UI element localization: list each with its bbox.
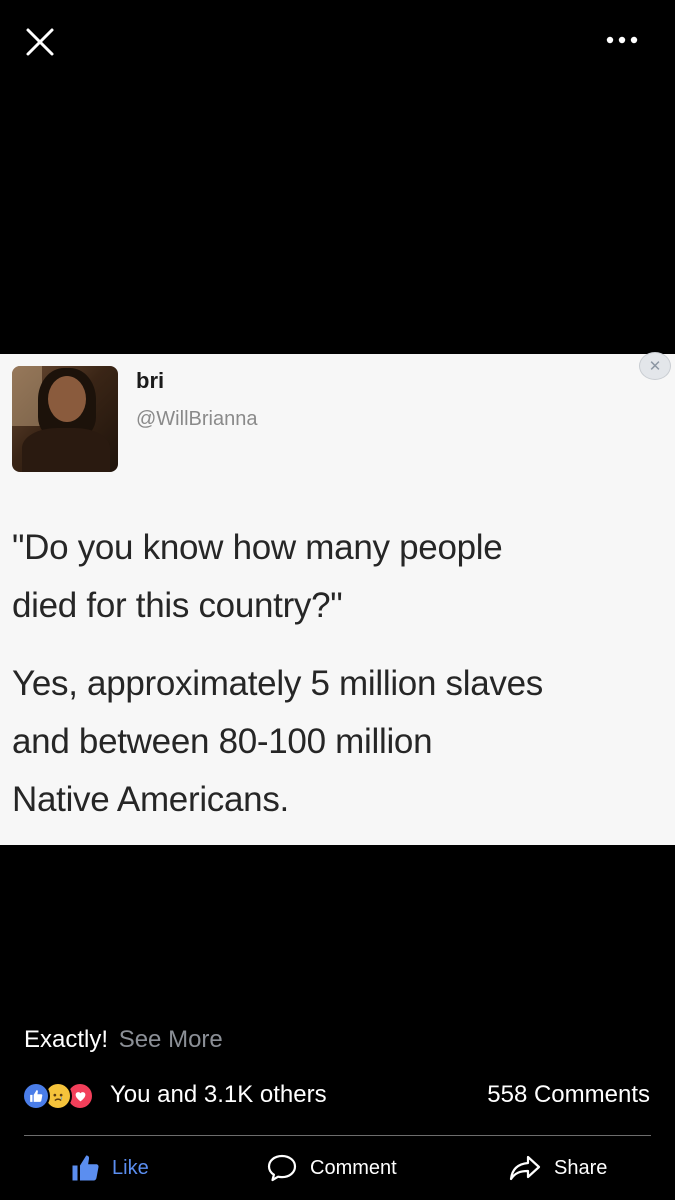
post-caption: Exactly! See More [24,1026,223,1054]
tweet-author-handle: @WillBrianna [136,408,258,430]
tweet-author-name: bri [136,368,165,393]
see-more-link[interactable]: See More [119,1026,223,1053]
tweet-avatar [12,366,118,472]
thumbs-up-icon [72,1155,99,1181]
share-arrow-icon [509,1155,541,1181]
reaction-icons[interactable] [22,1082,94,1110]
tweet-text-line: "Do you know how many people [12,528,503,567]
more-dots-icon [606,36,638,44]
close-button[interactable] [22,24,58,60]
comment-button[interactable]: Comment [266,1148,397,1188]
reaction-summary[interactable]: You and 3.1K others [110,1081,327,1109]
like-label: Like [112,1156,149,1179]
close-icon [26,28,54,56]
comment-label: Comment [310,1156,397,1179]
tweet-text-line: Yes, approximately 5 million slaves [12,664,543,703]
tweet-text-line: died for this country?" [12,586,343,625]
share-button[interactable]: Share [508,1148,607,1188]
share-label: Share [554,1156,608,1179]
tweet-text-line: and between 80-100 million [12,722,433,761]
tweet-close-icon: ✕ [639,352,671,380]
divider [24,1135,651,1136]
like-reaction-icon [22,1082,50,1110]
more-options-button[interactable] [605,30,639,50]
comments-count[interactable]: 558 Comments [487,1081,650,1109]
caption-text: Exactly! [24,1026,109,1053]
comment-bubble-icon [267,1154,297,1182]
tweet-text-line: Native Americans. [12,780,289,819]
like-button[interactable]: Like [70,1148,149,1188]
